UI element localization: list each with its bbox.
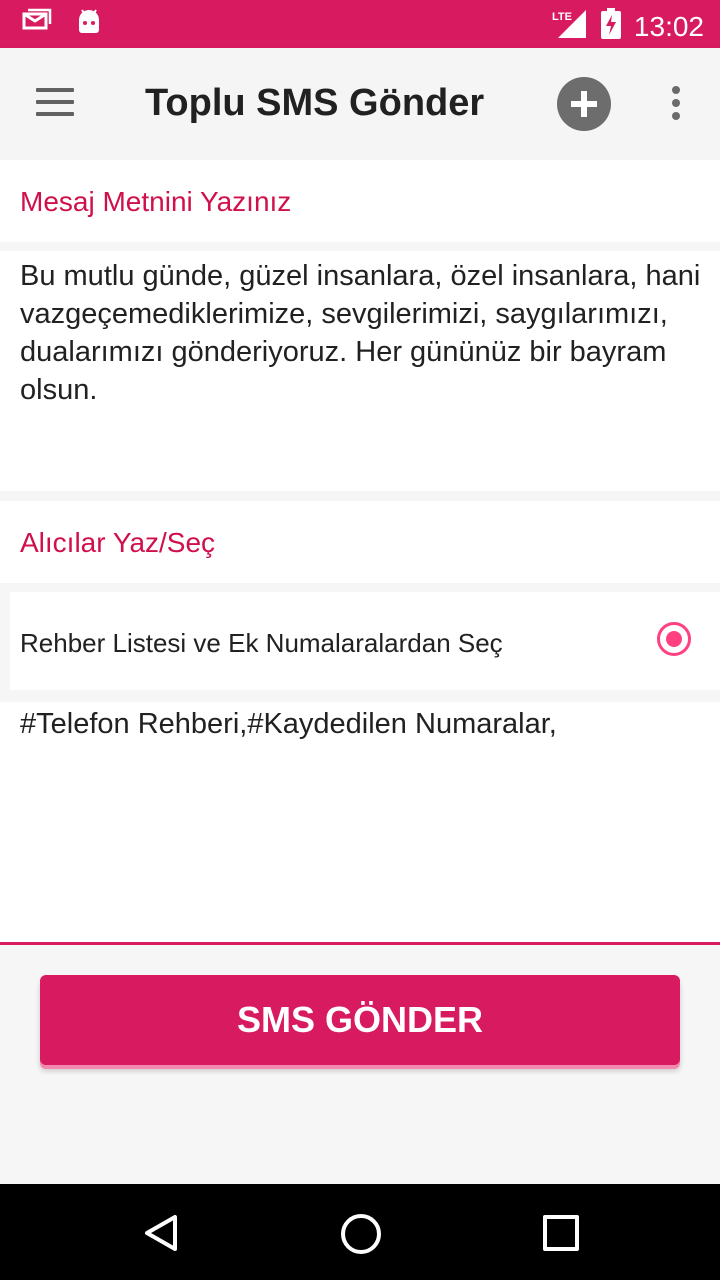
app-title: Toplu SMS Gönder [145, 82, 485, 124]
message-input[interactable]: Bu mutlu günde, güzel insanlara, özel in… [0, 251, 720, 491]
navigation-bar [0, 1184, 720, 1280]
svg-text:LTE: LTE [552, 11, 572, 23]
status-bar: LTE 13:02 [0, 0, 720, 48]
message-label: Mesaj Metnini Yazınız [20, 186, 292, 217]
status-time: 13:02 [633, 10, 704, 42]
recipients-section-header: Alıcılar Yaz/Seç [0, 501, 720, 583]
lte-signal-icon: LTE [552, 8, 588, 45]
recent-apps-icon[interactable] [543, 1215, 579, 1251]
battery-charging-icon [600, 8, 622, 45]
add-circle-icon[interactable] [557, 77, 611, 131]
recipients-input[interactable]: #Telefon Rehberi,#Kaydedilen Numaralar, [0, 702, 720, 945]
contacts-source-option[interactable]: Rehber Listesi ve Ek Numalaralardan Seç [10, 592, 720, 690]
recipients-text: #Telefon Rehberi,#Kaydedilen Numaralar, [20, 708, 557, 740]
home-icon[interactable] [341, 1214, 381, 1254]
back-icon[interactable] [143, 1214, 179, 1257]
more-vertical-icon[interactable] [670, 86, 682, 122]
radio-selected-icon[interactable] [657, 622, 691, 656]
send-sms-button[interactable]: SMS GÖNDER [40, 975, 680, 1065]
app-bar: Toplu SMS Gönder [0, 48, 720, 160]
message-section-header: Mesaj Metnini Yazınız [0, 160, 720, 242]
android-icon [76, 8, 102, 41]
recipients-label: Alıcılar Yaz/Seç [20, 527, 216, 558]
contacts-option-label: Rehber Listesi ve Ek Numalaralardan Seç [20, 628, 503, 658]
message-icon [22, 8, 52, 41]
message-text: Bu mutlu günde, güzel insanlara, özel in… [20, 260, 701, 406]
hamburger-menu-icon[interactable] [36, 88, 76, 120]
